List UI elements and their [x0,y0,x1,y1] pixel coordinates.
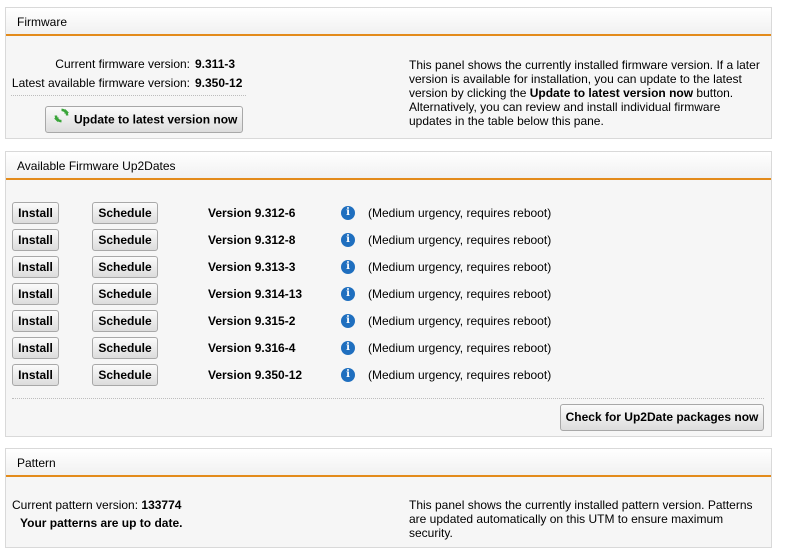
up2date-note: (Medium urgency, requires reboot) [368,287,552,301]
update-latest-button[interactable]: Update to latest version now [45,106,243,133]
pattern-description: This panel shows the currently installed… [409,498,753,540]
firmware-description: This panel shows the currently installed… [409,58,765,128]
up2date-row: Install Schedule Version 9.312-6 i (Medium u… [6,202,766,224]
up2date-note: (Medium urgency, requires reboot) [368,233,552,247]
schedule-button[interactable]: Schedule [92,283,158,305]
info-icon[interactable]: i [341,233,355,247]
schedule-button[interactable]: Schedule [92,310,158,332]
install-button[interactable]: Install [12,202,59,224]
up2date-version: Version 9.312-8 [208,233,296,247]
up2date-row: Install Schedule Version 9.314-13 i (Medium … [6,283,766,305]
up2date-version: Version 9.315-2 [208,314,296,328]
install-button[interactable]: Install [12,283,59,305]
pattern-panel-title: Pattern [6,449,771,477]
info-icon[interactable]: i [341,260,355,274]
up2date-note: (Medium urgency, requires reboot) [368,206,552,220]
install-button[interactable]: Install [12,256,59,278]
refresh-icon [54,107,69,132]
firmware-description-bold: Update to latest version now [529,86,694,100]
up2date-note: (Medium urgency, requires reboot) [368,314,552,328]
info-icon[interactable]: i [341,287,355,301]
firmware-panel-title: Firmware [6,8,771,36]
pattern-version-row: Current pattern version: 133774 [12,498,181,512]
up2dates-divider [12,398,764,399]
schedule-button[interactable]: Schedule [92,229,158,251]
schedule-button[interactable]: Schedule [92,364,158,386]
current-firmware-value: 9.311-3 [195,57,236,71]
info-icon[interactable]: i [341,368,355,382]
up2date-version: Version 9.316-4 [208,341,296,355]
info-icon[interactable]: i [341,341,355,355]
firmware-divider [11,95,246,96]
firmware-panel: Firmware Current firmware version: 9.311… [5,7,772,139]
up2date-row: Install Schedule Version 9.316-4 i (Medium u… [6,337,766,359]
check-up2date-button[interactable]: Check for Up2Date packages now [560,404,764,431]
up2date-version: Version 9.350-12 [208,368,303,382]
pattern-status: Your patterns are up to date. [20,516,183,530]
up2dates-panel-title: Available Firmware Up2Dates [6,152,771,180]
info-icon[interactable]: i [341,314,355,328]
up2date-row: Install Schedule Version 9.350-12 i (Medium … [6,364,766,386]
pattern-panel: Pattern Current pattern version: 133774 … [5,448,772,548]
up2date-row: Install Schedule Version 9.312-8 i (Medium u… [6,229,766,251]
install-button[interactable]: Install [12,364,59,386]
up2date-note: (Medium urgency, requires reboot) [368,341,552,355]
update-latest-button-label: Update to latest version now [74,112,238,127]
up2date-row: Install Schedule Version 9.315-2 i (Medium u… [6,310,766,332]
latest-firmware-value: 9.350-12 [195,76,243,90]
schedule-button[interactable]: Schedule [92,202,158,224]
latest-firmware-label: Latest available firmware version: [11,76,190,90]
install-button[interactable]: Install [12,229,59,251]
install-button[interactable]: Install [12,310,59,332]
up2date-version: Version 9.314-13 [208,287,303,301]
info-icon[interactable]: i [341,206,355,220]
schedule-button[interactable]: Schedule [92,256,158,278]
up2dates-panel: Available Firmware Up2Dates Install Sched… [5,151,772,437]
up2date-version: Version 9.312-6 [208,206,296,220]
up2date-note: (Medium urgency, requires reboot) [368,260,552,274]
pattern-version-value: 133774 [141,498,182,512]
pattern-version-label: Current pattern version: [12,498,139,512]
up2date-row: Install Schedule Version 9.313-3 i (Medium u… [6,256,766,278]
schedule-button[interactable]: Schedule [92,337,158,359]
install-button[interactable]: Install [12,337,59,359]
up2date-version: Version 9.313-3 [208,260,296,274]
current-firmware-label: Current firmware version: [55,57,190,71]
up2date-note: (Medium urgency, requires reboot) [368,368,552,382]
